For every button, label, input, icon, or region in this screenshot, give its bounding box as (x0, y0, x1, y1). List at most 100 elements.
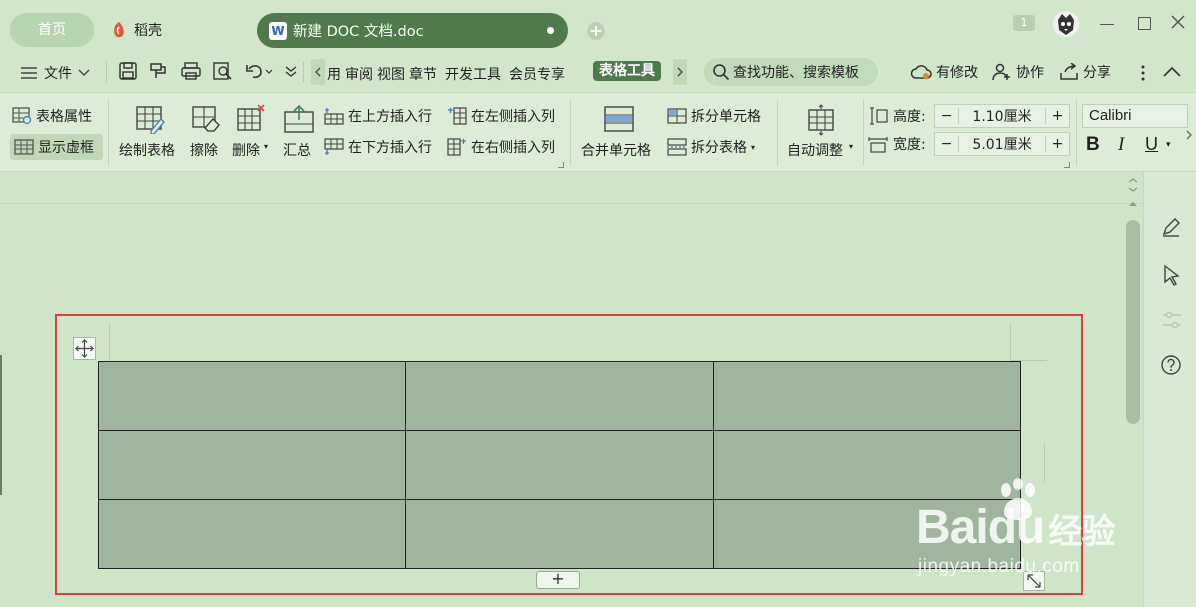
table-cell[interactable] (97, 430, 407, 500)
divider (106, 62, 107, 82)
auto-fit-label: 自动调整 (787, 143, 843, 159)
table-cell[interactable] (97, 499, 407, 569)
draw-table-icon (136, 106, 165, 134)
share-label: 分享 (1083, 65, 1111, 81)
show-gridlines-button[interactable]: 显示虚框 (10, 134, 103, 160)
window-edge (0, 355, 2, 495)
tab-reference-partial[interactable]: 用 (327, 64, 341, 84)
merge-cells-button[interactable]: 合并单元格 (580, 104, 658, 164)
print-icon[interactable] (180, 61, 202, 81)
tab-home[interactable]: 首页 (10, 13, 94, 47)
underline-dropdown-icon[interactable]: ▾ (1166, 140, 1171, 150)
help-icon[interactable] (1160, 354, 1182, 376)
table-move-handle[interactable] (73, 337, 96, 360)
file-menu[interactable]: 文件 (20, 63, 90, 83)
collaborate-button[interactable]: 协作 (992, 62, 1044, 82)
group-launcher-icon[interactable] (558, 162, 564, 168)
table-row (97, 499, 1022, 569)
column-width-stepper[interactable]: − 5.01厘米 + (934, 132, 1070, 156)
draw-table-button[interactable]: 绘制表格 (119, 104, 181, 164)
insert-row-above-button[interactable]: 在上方插入行 (324, 106, 432, 126)
more-chevron-icon[interactable] (284, 61, 298, 81)
show-gridlines-label: 显示虚框 (38, 140, 94, 156)
search-box[interactable]: 查找功能、搜索模板 (704, 58, 878, 86)
pen-edit-icon[interactable] (1160, 216, 1182, 238)
scroll-right-button[interactable] (673, 59, 687, 85)
group-launcher-icon[interactable] (1064, 162, 1070, 168)
bold-button[interactable]: B (1086, 134, 1100, 156)
avatar[interactable] (1053, 11, 1079, 37)
collapse-ribbon-button[interactable] (1162, 64, 1182, 80)
print-preview-icon[interactable] (212, 61, 234, 81)
table-cell[interactable] (405, 499, 714, 569)
table-cell[interactable] (712, 361, 1022, 431)
modified-status-button[interactable]: 有修改 (910, 62, 978, 82)
table-cell[interactable] (405, 430, 714, 500)
row-height-value[interactable]: 1.10厘米 (959, 106, 1045, 126)
move-arrows-icon (75, 339, 94, 358)
insert-column-left-button[interactable]: 在左侧插入列 (447, 106, 555, 126)
column-width-label-group: 宽度: (868, 134, 926, 154)
scroll-left-button[interactable] (311, 59, 325, 85)
document-table[interactable] (97, 361, 1022, 569)
increase-button[interactable]: + (1045, 136, 1069, 152)
undo-icon[interactable] (244, 61, 274, 81)
table-properties-button[interactable]: 表格属性 (12, 106, 92, 126)
eraser-icon (192, 106, 220, 132)
insert-column-right-icon (447, 138, 466, 156)
font-name-select[interactable]: Calibri (1082, 104, 1188, 128)
tab-daoke[interactable]: 稻壳 (110, 14, 162, 46)
summary-label: 汇总 (283, 143, 311, 159)
split-cells-button[interactable]: 拆分单元格 (667, 106, 761, 126)
auto-fit-button[interactable]: 自动调整 ▾ (786, 104, 858, 164)
decrease-button[interactable]: − (935, 108, 959, 124)
format-painter-icon[interactable] (148, 61, 170, 81)
tab-document-label: 新建 DOC 文档.doc (293, 24, 424, 40)
cursor-select-icon[interactable] (1162, 264, 1182, 286)
save-icon[interactable] (118, 61, 138, 81)
tab-view[interactable]: 视图 (377, 64, 405, 84)
table-cell[interactable] (97, 361, 407, 431)
column-width-value[interactable]: 5.01厘米 (959, 134, 1045, 154)
table-row (97, 361, 1022, 431)
unsaved-dot-icon (547, 27, 554, 34)
share-button[interactable]: 分享 (1059, 62, 1111, 82)
split-table-button[interactable]: 拆分表格 ▾ (667, 137, 755, 157)
close-button[interactable] (1170, 14, 1186, 30)
tab-review[interactable]: 审阅 (345, 64, 373, 84)
maximize-button[interactable] (1138, 17, 1151, 30)
increase-button[interactable]: + (1045, 108, 1069, 124)
close-icon (1171, 15, 1185, 29)
tab-document[interactable]: W 新建 DOC 文档.doc (257, 13, 568, 48)
tab-chapter[interactable]: 章节 (409, 64, 437, 84)
dropdown-arrow-icon: ▾ (264, 142, 269, 151)
add-row-button[interactable]: + (536, 571, 580, 589)
erase-label: 擦除 (190, 143, 218, 159)
table-cell[interactable] (405, 361, 714, 431)
minimize-button[interactable] (1100, 24, 1114, 25)
chevron-right-icon (1186, 130, 1192, 140)
scrollbar-thumb[interactable] (1126, 220, 1140, 424)
insert-column-right-button[interactable]: 在右侧插入列 (447, 137, 555, 157)
decrease-button[interactable]: − (935, 136, 959, 152)
tab-table-tools[interactable]: 表格工具 (593, 61, 661, 85)
adjust-sliders-icon[interactable] (1161, 310, 1183, 330)
more-options-button[interactable] (1140, 64, 1146, 82)
hamburger-icon (21, 67, 37, 79)
summary-button[interactable]: 汇总 (282, 104, 316, 164)
split-table-label: 拆分表格 (691, 140, 747, 156)
table-properties-label: 表格属性 (36, 109, 92, 125)
insert-row-below-button[interactable]: 在下方插入行 (324, 137, 432, 157)
delete-button[interactable]: 删除 ▾ (231, 104, 273, 164)
italic-button[interactable]: I (1118, 134, 1124, 156)
scroll-split-icon (1128, 178, 1138, 192)
row-height-stepper[interactable]: − 1.10厘米 + (934, 104, 1070, 128)
new-tab-button[interactable] (586, 21, 606, 41)
notification-badge[interactable]: 1 (1013, 15, 1035, 31)
tab-member[interactable]: 会员专享 (509, 64, 565, 84)
page-top-band (0, 172, 1143, 204)
erase-button[interactable]: 擦除 (189, 104, 223, 164)
underline-button[interactable]: U (1145, 134, 1158, 155)
ribbon-scroll-right-button[interactable] (1182, 124, 1196, 146)
tab-developer[interactable]: 开发工具 (445, 64, 501, 84)
